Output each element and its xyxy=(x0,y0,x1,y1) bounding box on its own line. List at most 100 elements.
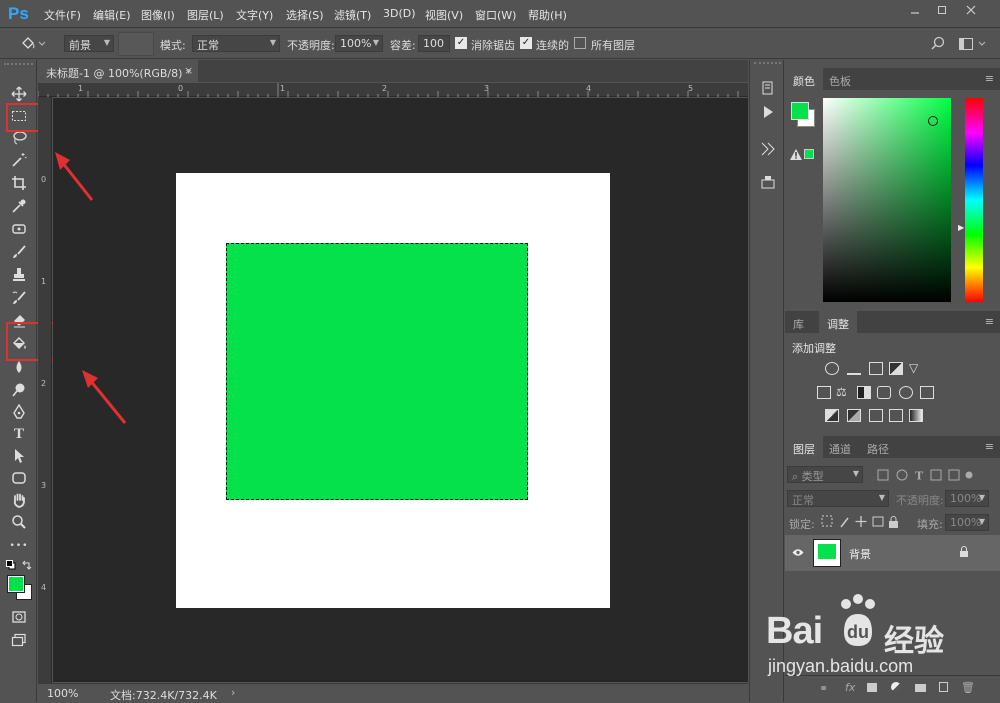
color-balance-icon[interactable]: ⚖ xyxy=(836,385,847,399)
pixel-filter-icon xyxy=(877,469,889,481)
close-tab-icon[interactable]: × xyxy=(184,64,193,77)
search-icon: ⌕ xyxy=(792,470,802,483)
mode-select[interactable]: 正常 ▼ xyxy=(192,35,280,52)
invert-icon[interactable] xyxy=(825,409,839,422)
tolerance-input[interactable]: 100 xyxy=(418,35,450,52)
menu-window[interactable]: 窗口(W) xyxy=(475,7,516,23)
layer-style-icon[interactable]: fx xyxy=(845,681,855,694)
selective-color-icon[interactable] xyxy=(889,409,903,422)
layer-name[interactable]: 背景 xyxy=(849,546,871,562)
type-filter-icon: T xyxy=(915,470,924,482)
delete-layer-icon[interactable]: 🗑 xyxy=(961,681,975,694)
tab-swatches[interactable]: 色板 xyxy=(821,68,859,90)
glyphs-icon[interactable] xyxy=(758,174,778,194)
exposure-icon[interactable] xyxy=(889,362,903,375)
posterize-icon[interactable] xyxy=(847,409,861,422)
eye-icon[interactable] xyxy=(792,547,804,560)
layer-thumbnail xyxy=(813,539,841,567)
all-layers-label: 所有图层 xyxy=(591,39,635,52)
opacity-label: 不透明度: xyxy=(287,39,335,52)
menu-view[interactable]: 视图(V) xyxy=(425,7,463,23)
fill-input[interactable]: 100% ▼ xyxy=(945,514,989,531)
link-layers-icon[interactable]: ⚭ xyxy=(819,682,828,695)
menu-help[interactable]: 帮助(H) xyxy=(528,7,567,23)
layer-row-background[interactable]: 背景 xyxy=(785,535,1000,571)
lock-icons xyxy=(821,515,911,532)
color-picker-handle[interactable] xyxy=(928,116,938,126)
antialias-checkbox[interactable]: ✓ xyxy=(455,37,467,49)
search-icon[interactable] xyxy=(930,36,946,55)
layer-thumbnail-fill xyxy=(818,544,836,559)
lock-all-icon xyxy=(889,521,898,528)
lock-icon[interactable] xyxy=(959,546,969,560)
menu-layer[interactable]: 图层(L) xyxy=(187,7,224,23)
channel-mixer-icon[interactable] xyxy=(899,386,913,399)
contiguous-checkbox[interactable]: ✓ xyxy=(520,37,532,49)
opacity-input[interactable]: 100% ▼ xyxy=(335,35,383,52)
gradient-map-icon[interactable] xyxy=(909,409,923,422)
arrow-to-marquee xyxy=(55,152,94,201)
vibrance-icon[interactable]: ▽ xyxy=(909,361,918,375)
threshold-icon[interactable] xyxy=(869,409,883,422)
tab-adjustments[interactable]: 调整 xyxy=(819,311,857,333)
properties-icon[interactable] xyxy=(758,140,778,160)
tab-color[interactable]: 颜色 xyxy=(785,68,823,90)
lock-transparent-icon xyxy=(821,515,833,527)
baidu-watermark: Bai du 经验 jingyan.baidu.com xyxy=(760,590,1000,680)
tab-paths[interactable]: 路径 xyxy=(859,436,897,458)
history-icon[interactable] xyxy=(758,80,778,100)
document-info: 文档:732.4K/732.4K xyxy=(110,689,217,702)
black-white-icon[interactable] xyxy=(857,386,871,399)
hue-slider-handle-icon[interactable]: ▶ xyxy=(958,223,964,232)
filter-toggle-icon xyxy=(965,471,973,479)
curves-icon[interactable] xyxy=(869,362,883,375)
color-field[interactable] xyxy=(823,98,951,302)
antialias-label: 消除锯齿 xyxy=(471,39,515,52)
layer-kind-filter[interactable]: ⌕ 类型 ▼ xyxy=(787,466,863,483)
lock-position-icon xyxy=(855,516,867,527)
zoom-level[interactable]: 100% xyxy=(47,687,78,700)
new-adjustment-icon[interactable] xyxy=(891,682,901,692)
strip-grip xyxy=(754,62,781,64)
menu-filter[interactable]: 滤镜(T) xyxy=(334,7,371,23)
photo-filter-icon[interactable] xyxy=(877,386,891,399)
menu-3d[interactable]: 3D(D) xyxy=(383,7,416,20)
all-layers-checkbox[interactable] xyxy=(574,37,586,49)
menu-select[interactable]: 选择(S) xyxy=(286,7,324,23)
actions-play-icon[interactable] xyxy=(758,104,778,124)
lock-image-icon xyxy=(840,517,849,528)
color-panel-menu-icon[interactable]: ≡ xyxy=(985,72,994,85)
color-lookup-icon[interactable] xyxy=(920,386,934,399)
adjustment-filter-icon xyxy=(896,469,908,481)
new-group-icon[interactable] xyxy=(915,684,926,692)
minimize-icon[interactable] xyxy=(906,3,924,19)
brightness-contrast-icon[interactable] xyxy=(825,362,839,375)
gamut-warning-icon[interactable] xyxy=(790,149,802,163)
contiguous-label: 连续的 xyxy=(536,39,569,52)
fill-label: 填充: xyxy=(917,518,943,531)
hue-slider[interactable] xyxy=(965,98,983,302)
add-mask-icon[interactable] xyxy=(867,683,877,692)
tab-channels[interactable]: 通道 xyxy=(821,436,859,458)
tab-libraries[interactable]: 库 xyxy=(785,311,812,333)
gamut-color-chip[interactable] xyxy=(804,149,814,159)
close-window-icon[interactable] xyxy=(962,3,980,19)
workspace-icon[interactable] xyxy=(958,36,990,55)
layer-opacity-input[interactable]: 100% ▼ xyxy=(945,490,989,507)
new-layer-icon[interactable] xyxy=(939,682,948,692)
layers-panel-menu-icon[interactable]: ≡ xyxy=(985,440,994,453)
levels-icon[interactable] xyxy=(847,362,861,375)
ruler-top-label: 0 xyxy=(178,84,184,93)
paw-logo-icon: du xyxy=(836,592,880,653)
menu-type[interactable]: 文字(Y) xyxy=(236,7,273,23)
selection-green-fill[interactable] xyxy=(226,243,528,500)
lock-artboard-icon xyxy=(872,516,884,527)
blend-mode-select[interactable]: 正常 ▼ xyxy=(787,490,889,507)
watermark-url: jingyan.baidu.com xyxy=(768,656,914,676)
maximize-icon[interactable] xyxy=(933,3,951,19)
status-menu-arrow-icon[interactable]: › xyxy=(231,686,235,699)
tab-layers[interactable]: 图层 xyxy=(785,436,823,458)
hue-saturation-icon[interactable] xyxy=(817,386,831,399)
adjust-panel-menu-icon[interactable]: ≡ xyxy=(985,315,994,328)
color-panel-fg-swatch[interactable] xyxy=(791,102,809,120)
